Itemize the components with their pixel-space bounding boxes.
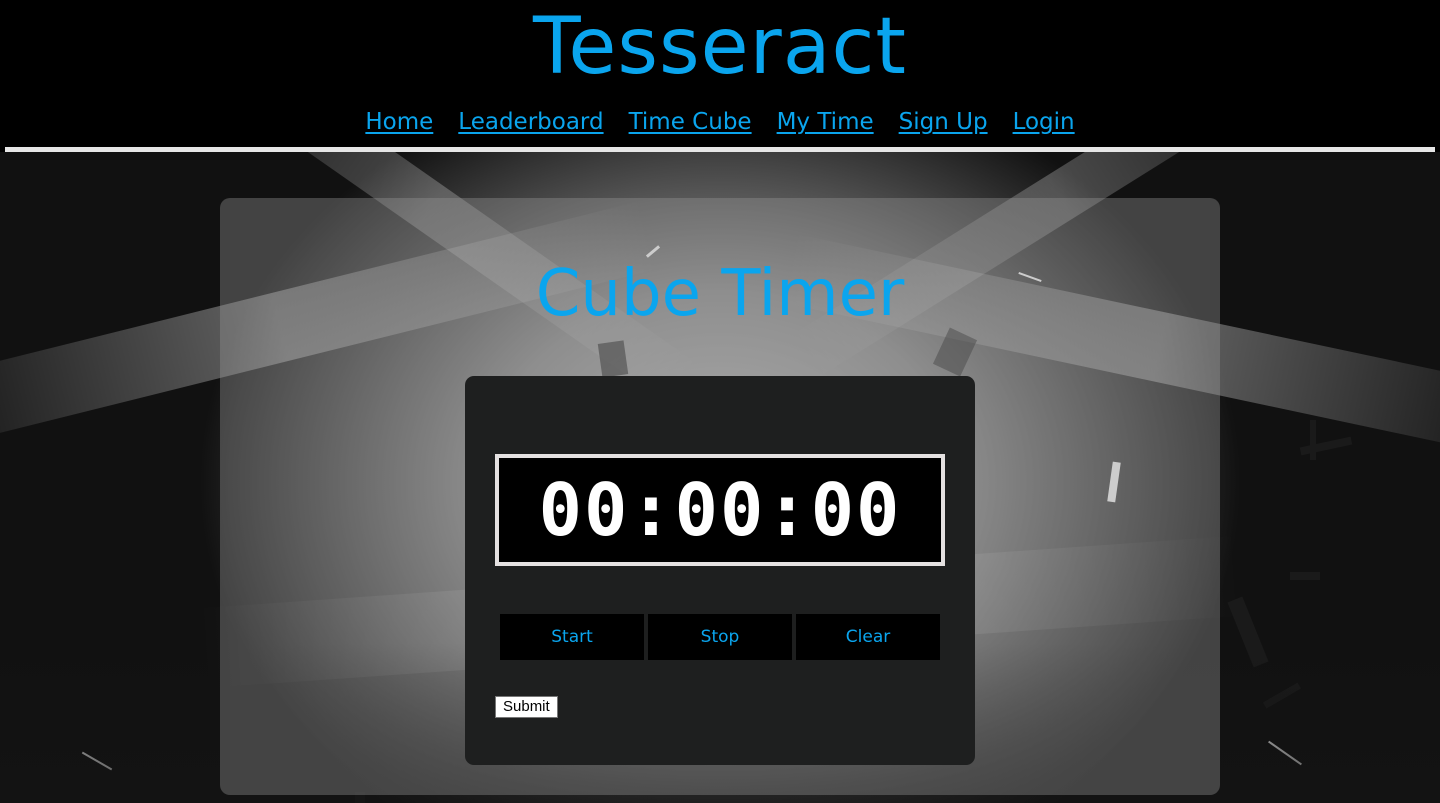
stop-button[interactable]: Stop — [648, 614, 792, 660]
timer-controls: Start Stop Clear — [500, 614, 940, 660]
main-panel: Cube Timer 00:00:00 Start Stop Clear Sub… — [220, 198, 1220, 795]
main-nav: Home Leaderboard Time Cube My Time Sign … — [0, 104, 1440, 140]
timer-card: 00:00:00 Start Stop Clear Submit — [465, 376, 975, 765]
timer-display-value: 00:00:00 — [538, 468, 902, 552]
timer-display: 00:00:00 — [495, 454, 945, 566]
clear-button[interactable]: Clear — [796, 614, 940, 660]
nav-link-leaderboard[interactable]: Leaderboard — [458, 104, 603, 140]
header-divider — [5, 147, 1435, 152]
nav-link-sign-up[interactable]: Sign Up — [899, 104, 988, 140]
nav-link-login[interactable]: Login — [1013, 104, 1075, 140]
nav-link-my-time[interactable]: My Time — [777, 104, 874, 140]
site-title: Tesseract — [533, 2, 907, 92]
nav-link-home[interactable]: Home — [365, 104, 433, 140]
site-header: Tesseract Home Leaderboard Time Cube My … — [0, 0, 1440, 148]
start-button[interactable]: Start — [500, 614, 644, 660]
nav-link-time-cube[interactable]: Time Cube — [629, 104, 752, 140]
submit-button[interactable]: Submit — [495, 696, 558, 718]
page-title: Cube Timer — [535, 257, 905, 331]
